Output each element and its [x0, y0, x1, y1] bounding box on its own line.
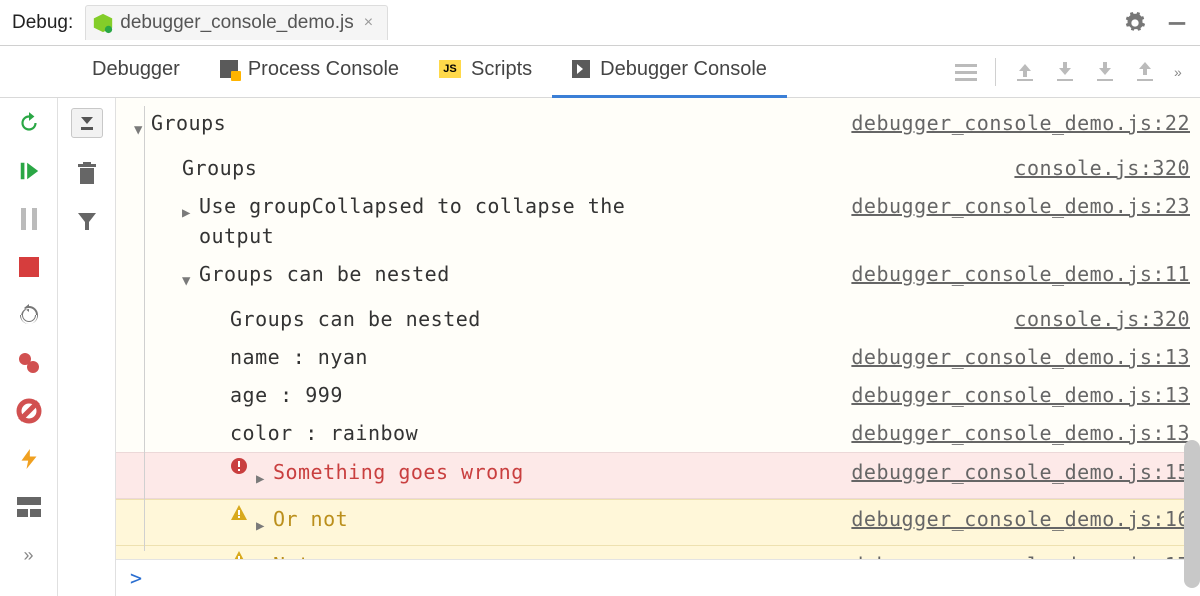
source-link[interactable]: debugger_console_demo.js:11: [851, 259, 1190, 289]
warning-icon: [230, 504, 248, 522]
download-icon[interactable]: [1054, 61, 1076, 83]
chevron-right-icon[interactable]: ▶: [256, 457, 265, 494]
console-text: name : nyan: [230, 342, 368, 372]
console-text: Use groupCollapsed to collapse the outpu…: [199, 191, 679, 251]
console-text: Not sure: [273, 550, 373, 559]
console-prompt[interactable]: >: [116, 559, 1200, 596]
console-text: Something goes wrong: [273, 457, 524, 487]
file-tab[interactable]: debugger_console_demo.js ×: [85, 5, 388, 40]
source-link[interactable]: debugger_console_demo.js:15: [851, 457, 1190, 487]
process-console-icon: [220, 60, 238, 78]
console-row[interactable]: ▼ Groups can be nested debugger_console_de…: [116, 255, 1200, 300]
scrollbar-thumb[interactable]: [1184, 440, 1200, 588]
console-row[interactable]: name : nyan debugger_console_demo.js:13: [116, 338, 1200, 376]
source-link[interactable]: debugger_console_demo.js:22: [851, 108, 1190, 138]
more-actions-icon[interactable]: »: [14, 542, 44, 568]
console-output[interactable]: ▼ Groups debugger_console_demo.js:22 Groups…: [116, 98, 1200, 559]
console-row[interactable]: Groups can be nested console.js:320: [116, 300, 1200, 338]
warning-icon: [230, 550, 248, 559]
chevron-down-icon[interactable]: ▼: [134, 108, 143, 145]
svg-text:»: »: [1174, 64, 1182, 80]
console-text: Groups: [182, 153, 257, 183]
source-link[interactable]: debugger_console_demo.js:17: [851, 550, 1190, 559]
console-row[interactable]: ▶ Or not debugger_console_demo.js:16: [116, 500, 1200, 545]
console-row[interactable]: age : 999 debugger_console_demo.js:13: [116, 376, 1200, 414]
scroll-to-end-icon[interactable]: [71, 108, 103, 138]
mute-breakpoints-icon[interactable]: [14, 398, 44, 424]
close-icon[interactable]: ×: [360, 14, 377, 32]
chevron-right-icon[interactable]: ▶: [256, 550, 265, 559]
file-name: debugger_console_demo.js: [120, 12, 353, 34]
source-link[interactable]: console.js:320: [1014, 153, 1190, 183]
chevron-down-icon[interactable]: ▼: [182, 259, 191, 296]
console-row[interactable]: Groups console.js:320: [116, 149, 1200, 187]
console-text: Groups: [151, 108, 226, 138]
resume-icon[interactable]: [14, 158, 44, 184]
filter-icon[interactable]: [76, 210, 98, 232]
gear-icon[interactable]: [1124, 12, 1146, 34]
tab-debugger[interactable]: Debugger: [72, 46, 200, 98]
source-link[interactable]: debugger_console_demo.js:13: [851, 418, 1190, 448]
lightning-icon[interactable]: [14, 446, 44, 472]
console-text: Or not: [273, 504, 348, 534]
upload-icon[interactable]: [1134, 61, 1156, 83]
console-text: age : 999: [230, 380, 343, 410]
console-row[interactable]: ▼ Groups debugger_console_demo.js:22: [116, 104, 1200, 149]
console-row[interactable]: ▶Use groupCollapsed to collapse the outp…: [116, 187, 1200, 255]
console-row[interactable]: color : rainbow debugger_console_demo.js:…: [116, 414, 1200, 452]
console-row[interactable]: ▶ Not sure debugger_console_demo.js:17: [116, 546, 1200, 559]
export-icon[interactable]: [1014, 61, 1036, 83]
tab-label: Scripts: [471, 58, 532, 81]
console-row[interactable]: ▶ Something goes wrong debugger_console_de…: [116, 453, 1200, 498]
source-link[interactable]: debugger_console_demo.js:13: [851, 380, 1190, 410]
js-icon: JS: [439, 60, 461, 78]
debugger-console-icon: [572, 60, 590, 78]
separator: [995, 58, 996, 86]
minimize-icon[interactable]: [1166, 12, 1188, 34]
source-link[interactable]: console.js:320: [1014, 304, 1190, 334]
rerun-icon[interactable]: [14, 110, 44, 136]
breakpoints-icon[interactable]: [14, 350, 44, 376]
download-icon[interactable]: [1094, 61, 1116, 83]
source-link[interactable]: debugger_console_demo.js:16: [851, 504, 1190, 534]
tab-process-console[interactable]: Process Console: [200, 46, 419, 98]
console-text: Groups can be nested: [230, 304, 481, 334]
console-text: Groups can be nested: [199, 259, 450, 289]
tab-label: Debugger: [92, 58, 180, 81]
trash-icon[interactable]: [77, 162, 97, 186]
console-text: color : rainbow: [230, 418, 418, 448]
menu-icon[interactable]: [955, 62, 977, 82]
tab-debugger-console[interactable]: Debugger Console: [552, 46, 787, 98]
nodejs-icon: [92, 12, 114, 34]
stop-icon[interactable]: [14, 254, 44, 280]
panel-label: Debug:: [12, 12, 73, 34]
layout-icon[interactable]: [14, 494, 44, 520]
tab-label: Debugger Console: [600, 58, 767, 81]
tab-label: Process Console: [248, 58, 399, 81]
tree-guide: [144, 106, 145, 551]
pause-icon[interactable]: [14, 206, 44, 232]
chevron-right-icon[interactable]: ▶: [256, 504, 265, 541]
tab-scripts[interactable]: JS Scripts: [419, 46, 552, 98]
reload-icon[interactable]: [14, 302, 44, 328]
source-link[interactable]: debugger_console_demo.js:13: [851, 342, 1190, 372]
error-icon: [230, 457, 248, 475]
chevron-right-icon[interactable]: ▶: [182, 191, 191, 228]
more-icon[interactable]: »: [1174, 61, 1190, 83]
source-link[interactable]: debugger_console_demo.js:23: [851, 191, 1190, 221]
